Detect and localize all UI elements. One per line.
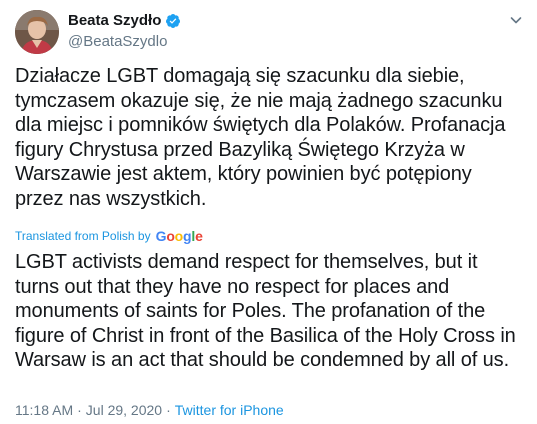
separator: · (166, 402, 171, 418)
tweet-time[interactable]: 11:18 AM (15, 402, 73, 418)
tweet-original-text: Działacze LGBT domagają się szacunku dla… (15, 65, 506, 210)
verified-badge-icon (165, 13, 181, 29)
translation-attribution[interactable]: Translated from Polish by Google (15, 228, 203, 244)
display-name[interactable]: Beata Szydło (68, 11, 161, 31)
author-info[interactable]: Beata Szydło @BeataSzydlo (68, 11, 181, 52)
tweet-date[interactable]: Jul 29, 2020 (86, 402, 162, 418)
chevron-down-icon[interactable] (508, 12, 524, 28)
separator: · (77, 402, 82, 418)
handle[interactable]: @BeataSzydlo (68, 32, 181, 52)
avatar[interactable] (15, 10, 59, 54)
tweet-card: Beata Szydło @BeataSzydlo Działacze LGBT… (0, 0, 537, 424)
translated-label[interactable]: Translated from Polish by (15, 229, 151, 243)
google-logo: Google (155, 228, 203, 244)
tweet-source-link[interactable]: Twitter for iPhone (175, 402, 284, 418)
tweet-translated-text: LGBT activists demand respect for themse… (15, 251, 516, 372)
tweet-metadata: 11:18 AM · Jul 29, 2020 · Twitter for iP… (15, 401, 284, 419)
